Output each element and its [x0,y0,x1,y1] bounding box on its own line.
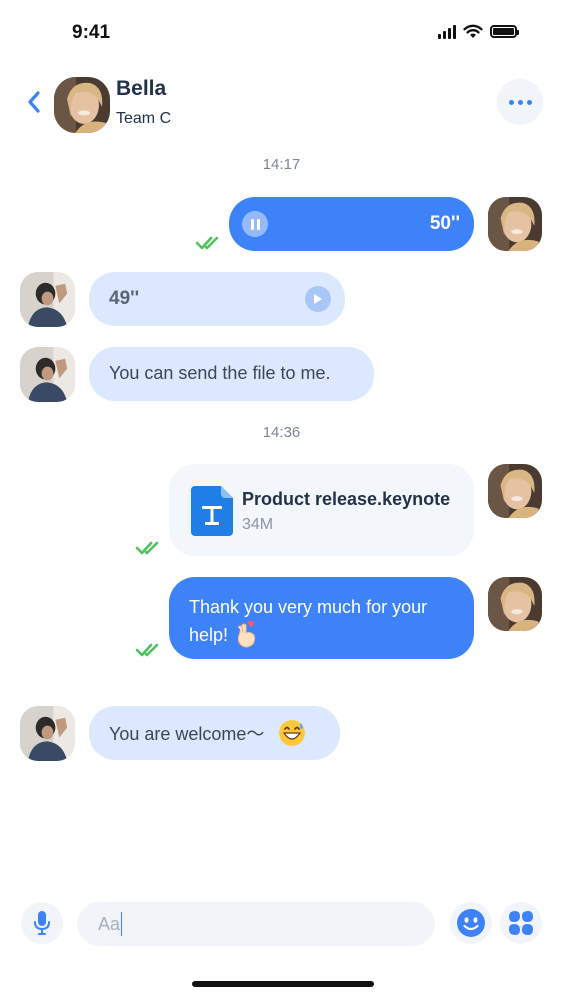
read-checkmark-icon [135,541,159,555]
chevron-left-icon [28,91,40,113]
contact-message-avatar [20,706,75,761]
file-size: 34M [242,516,274,533]
battery-icon [490,25,519,38]
wifi-icon [463,24,483,38]
more-apps-button[interactable] [500,902,542,944]
voice-message-incoming[interactable]: 49'' [89,272,345,326]
voice-message-outgoing[interactable]: 50'' [229,197,474,251]
pause-icon [250,218,254,230]
more-dot-icon [526,99,532,105]
text-message-outgoing[interactable]: Thank you very much for your help! [169,577,474,659]
contact-team: Team C [116,110,172,127]
pause-button[interactable] [242,211,268,237]
more-options-button[interactable] [497,79,543,125]
voice-duration: 49'' [109,288,140,309]
voice-duration: 50'' [429,213,460,234]
my-avatar [488,464,542,518]
file-name: Product release.keynote [242,489,451,509]
text-message-incoming[interactable]: You can send the file to me. [89,347,374,401]
contact-name: Bella [116,77,167,100]
contact-avatar[interactable] [54,77,110,133]
more-dot-icon [508,99,514,105]
my-avatar [488,577,542,631]
message-text-line: Thank you very much for your [189,597,428,617]
play-icon [314,294,322,304]
contact-message-avatar [20,347,75,402]
status-time: 9:41 [72,22,111,43]
text-message-incoming[interactable]: You are welcome～ [89,706,340,760]
file-message-outgoing[interactable]: Product release.keynote 34M [169,464,474,556]
message-text: You are welcome～ [109,724,265,744]
voice-input-button[interactable] [21,902,63,944]
message-input[interactable]: Aa [77,902,435,946]
message-text: You can send the file to me. [109,363,331,383]
read-checkmark-icon [195,236,219,250]
play-button[interactable] [305,286,331,312]
emoji-button[interactable] [450,902,492,944]
grinning-sweat-emoji-icon [279,720,306,746]
back-button[interactable] [22,88,46,116]
my-avatar [488,197,542,251]
smiley-icon [457,909,485,937]
timestamp: 14:36 [262,424,301,441]
read-checkmark-icon [135,643,159,657]
apps-grid-icon [509,911,533,935]
timestamp: 14:17 [262,156,301,173]
keynote-file-icon [191,486,233,536]
status-icons [438,24,519,39]
more-dot-icon [517,99,523,105]
contact-message-avatar [20,272,75,327]
cellular-signal-icon [438,24,456,39]
microphone-icon [34,911,50,935]
text-cursor [121,912,123,936]
message-input-placeholder: Aa [98,913,121,934]
finger-heart-emoji-icon [237,621,256,648]
home-indicator [192,981,374,987]
message-text-line: help! [189,625,229,645]
